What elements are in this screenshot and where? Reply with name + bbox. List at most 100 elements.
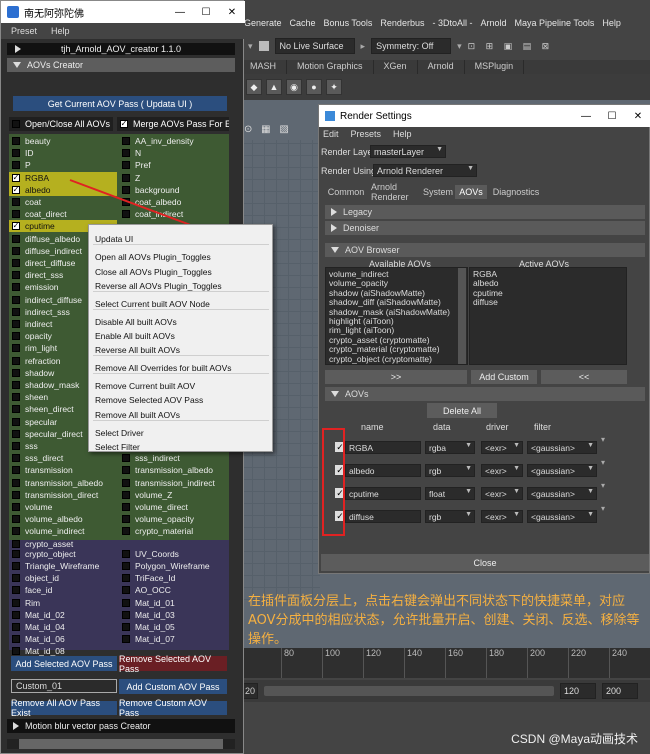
move-right-button[interactable]: >> xyxy=(325,370,467,384)
shelf-tab[interactable]: MSPlugin xyxy=(465,60,525,74)
checkbox[interactable] xyxy=(12,549,20,558)
range-slider[interactable] xyxy=(264,686,554,696)
checkbox[interactable] xyxy=(122,161,130,170)
checkbox[interactable] xyxy=(12,356,20,365)
checkbox[interactable] xyxy=(12,246,20,255)
close-icon[interactable]: ✕ xyxy=(625,111,650,122)
checkbox[interactable] xyxy=(12,307,20,316)
checkbox[interactable] xyxy=(12,283,20,292)
context-menu-item[interactable]: Remove All built AOVs xyxy=(95,410,180,420)
checkbox[interactable] xyxy=(12,562,20,570)
aov-item[interactable]: volume_albedo xyxy=(9,513,117,525)
maya-menu-item[interactable]: Generate xyxy=(244,18,282,28)
checkbox[interactable] xyxy=(12,515,20,524)
checkbox[interactable] xyxy=(12,623,20,631)
aov-item[interactable]: volume_direct xyxy=(119,501,229,513)
aov-item[interactable]: sss_direct xyxy=(9,452,117,464)
add-selected-aov-button[interactable]: Add Selected AOV Pass xyxy=(11,656,117,671)
checkbox[interactable] xyxy=(122,586,130,595)
context-menu-item[interactable]: Remove All Overrides for built AOVs xyxy=(95,363,232,373)
checkbox[interactable] xyxy=(12,539,20,548)
remove-custom-aov-button[interactable]: Remove Custom AOV Pass xyxy=(119,698,227,718)
checkbox[interactable] xyxy=(122,610,130,619)
checkbox[interactable] xyxy=(12,259,20,267)
custom-aov-input[interactable]: Custom_01 xyxy=(11,679,117,693)
viewport-icons[interactable]: ⊙ ▦ ▧ xyxy=(244,124,292,135)
maya-menu-item[interactable]: Cache xyxy=(290,18,316,28)
context-menu-item[interactable]: Reverse All built AOVs xyxy=(95,345,180,355)
checkbox[interactable] xyxy=(12,344,20,353)
checkbox[interactable] xyxy=(12,635,20,644)
aov-item[interactable]: volume_Z xyxy=(119,489,229,501)
horizontal-scrollbar[interactable] xyxy=(7,739,235,749)
checkbox[interactable] xyxy=(12,503,20,511)
aov-item[interactable]: AA_inv_density xyxy=(119,135,229,147)
checkbox[interactable] xyxy=(12,295,20,304)
aov-name-field[interactable]: cputime xyxy=(345,487,421,500)
aov-name-field[interactable]: albedo xyxy=(345,464,421,477)
checkbox[interactable] xyxy=(12,647,20,656)
aov-item[interactable]: Triangle_Wireframe xyxy=(9,560,117,572)
context-menu-item[interactable]: Reverse all AOVs Plugin_Toggles xyxy=(95,281,222,291)
expand-arrow-icon[interactable]: ▾ xyxy=(601,481,605,490)
aov-item[interactable]: crypto_material xyxy=(119,525,229,537)
shelf-tab[interactable]: Arnold xyxy=(418,60,465,74)
checkbox[interactable] xyxy=(122,478,130,487)
minimize-icon[interactable]: — xyxy=(573,111,599,122)
aov-item[interactable]: transmission_albedo xyxy=(119,464,229,476)
checkbox[interactable] xyxy=(12,368,20,377)
aov-item[interactable]: AO_OCC xyxy=(119,584,229,596)
checkbox[interactable] xyxy=(12,490,20,499)
render-tab-common[interactable]: Common xyxy=(323,185,369,199)
shelf-tab[interactable]: XGen xyxy=(374,60,418,74)
checkbox[interactable] xyxy=(12,210,20,219)
aov-item[interactable]: face_id xyxy=(9,584,117,596)
aov-driver-dropdown[interactable]: <exr> ▼ xyxy=(481,510,523,523)
symmetry-dropdown[interactable]: Symmetry: Off xyxy=(371,38,452,54)
aov-item[interactable]: N xyxy=(119,147,229,159)
maya-menu-item[interactable]: Arnold xyxy=(480,18,506,28)
render-tab-arnold-renderer[interactable]: Arnold Renderer xyxy=(371,182,421,202)
shelf-icon[interactable]: ◉ xyxy=(286,79,302,95)
aov-item[interactable]: transmission_albedo xyxy=(9,477,117,489)
checkbox[interactable]: ✓ xyxy=(12,185,20,194)
context-menu-item[interactable]: Enable All built AOVs xyxy=(95,331,175,341)
render-layer-dropdown[interactable]: masterLayer ▼ xyxy=(370,145,446,158)
aov-driver-dropdown[interactable]: <exr> ▼ xyxy=(481,487,523,500)
checkbox[interactable] xyxy=(12,198,20,206)
aov-driver-dropdown[interactable]: <exr> ▼ xyxy=(481,441,523,454)
checkbox[interactable] xyxy=(12,381,20,389)
checkbox[interactable] xyxy=(12,234,20,243)
checkbox[interactable] xyxy=(12,320,20,328)
aov-item[interactable]: transmission_indirect xyxy=(119,477,229,489)
remove-selected-aov-button[interactable]: Remove Selected AOV Pass xyxy=(119,654,227,674)
render-tab-diagnostics[interactable]: Diagnostics xyxy=(489,185,543,199)
active-aovs-list[interactable]: RGBA albedo cputime diffuse xyxy=(469,267,627,365)
checkbox[interactable] xyxy=(122,598,130,607)
active-aov-item[interactable]: diffuse xyxy=(473,297,623,307)
checkbox[interactable]: ✓ xyxy=(12,222,20,231)
checkbox[interactable] xyxy=(12,405,20,414)
checkbox[interactable] xyxy=(122,515,130,524)
context-menu-item[interactable]: Disable All built AOVs xyxy=(95,317,177,327)
toolbar-icons[interactable]: ⊡ ⊞ ▣ ▤ ⊠ xyxy=(468,41,554,52)
range-max-field[interactable]: 200 xyxy=(602,683,638,699)
context-menu-item[interactable]: Select Current built AOV Node xyxy=(95,299,210,309)
aov-item[interactable]: Mat_id_02 xyxy=(9,609,117,621)
rs-menu-item[interactable]: Help xyxy=(393,129,412,139)
shelf-icon[interactable]: ● xyxy=(306,79,322,95)
add-custom-button[interactable]: Add Custom xyxy=(471,370,537,384)
aov-item[interactable]: Polygon_Wireframe xyxy=(119,560,229,572)
aov-item[interactable]: crypto_object xyxy=(9,548,117,560)
checkbox[interactable] xyxy=(12,417,20,426)
move-left-button[interactable]: << xyxy=(541,370,627,384)
available-aov-item[interactable]: crypto_object (cryptomatte) xyxy=(329,354,464,364)
scrollbar-thumb[interactable] xyxy=(19,739,223,749)
checkbox[interactable] xyxy=(122,466,130,475)
delete-all-button[interactable]: Delete All xyxy=(427,403,497,418)
checkbox[interactable] xyxy=(122,490,130,499)
motion-blur-section[interactable]: Motion blur vector pass Creator xyxy=(7,719,235,733)
aov-item[interactable]: Mat_id_04 xyxy=(9,621,117,633)
maya-menu-item[interactable]: Bonus Tools xyxy=(324,18,373,28)
aov-item[interactable]: volume_indirect xyxy=(9,525,117,537)
